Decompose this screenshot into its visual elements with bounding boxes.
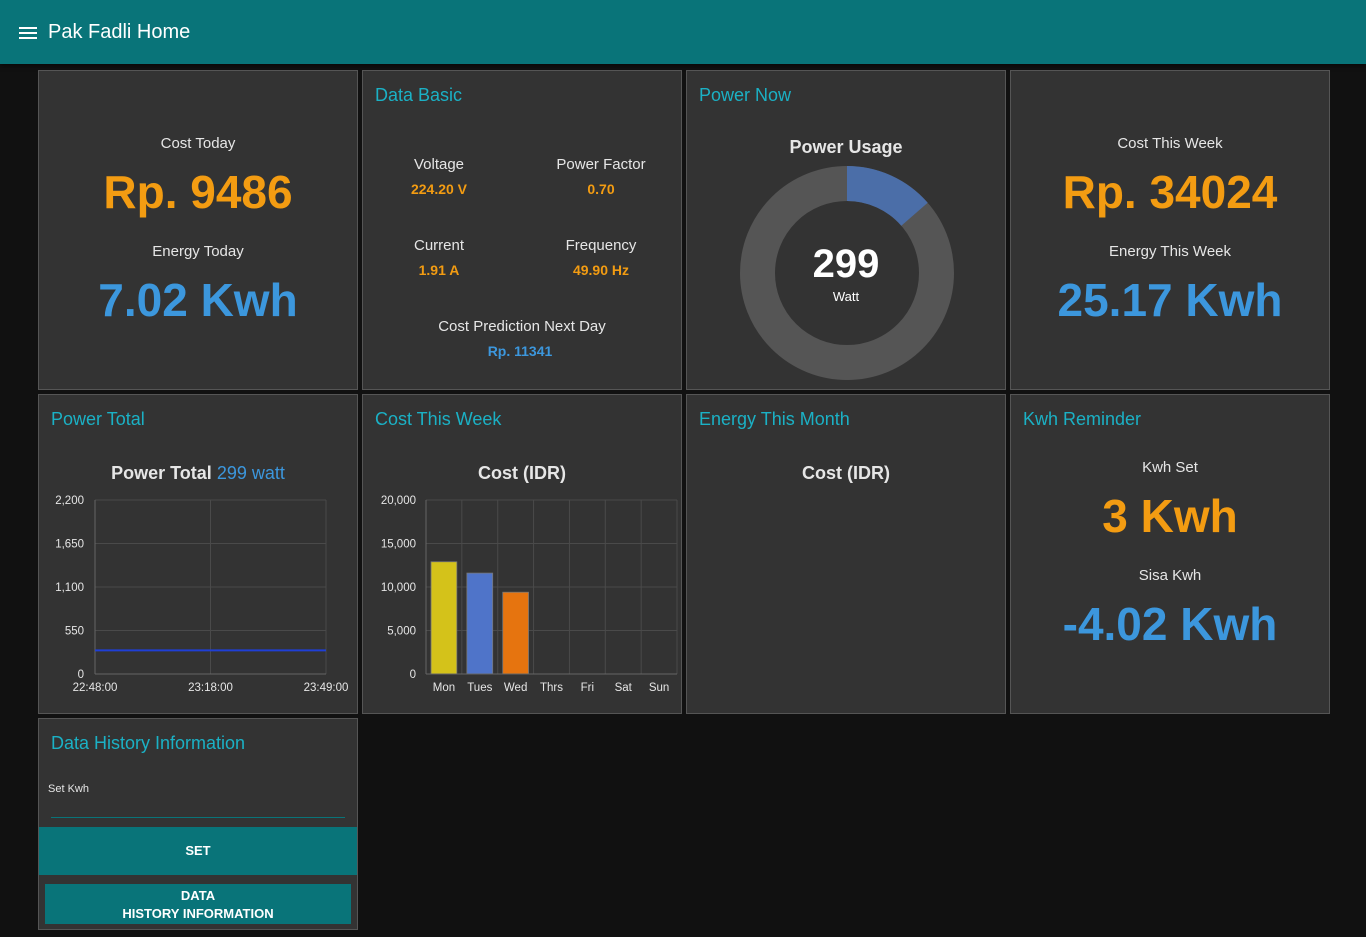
sisa-kwh-label: Sisa Kwh [1138,567,1202,584]
energy-week-value: 25.17 Kwh [1057,274,1283,326]
x-tick-label: 23:18:00 [188,682,233,694]
y-tick-label: 1,650 [55,539,84,551]
energy-month-chart-title: Cost (IDR) [802,463,890,483]
gauge-arc [846,166,928,227]
y-tick-label: 1,100 [55,582,84,594]
power-total-chart-value: 299 watt [216,463,285,483]
power-total-chart-title: Power Total 299 watt [39,463,357,484]
set-kwh-input[interactable] [51,799,345,818]
cost-today-label: Cost Today [160,135,236,152]
kwh-reminder-card: Kwh Reminder Kwh Set 3 Kwh Sisa Kwh -4.0… [1010,394,1330,714]
cost-idr-title: Cost (IDR) [478,463,566,483]
cost-week-chart-title: Cost This Week [375,409,502,429]
power-factor-value: 0.70 [587,181,615,197]
energy-today-value: 7.02 Kwh [98,274,298,326]
x-tick-label: Thrs [540,682,563,694]
data-history-button-line1: DATA [180,888,216,903]
y-tick-label: 550 [65,626,84,638]
data-basic-card: Data Basic Voltage 224.20 V Power Factor… [362,70,682,390]
x-tick-label: Wed [504,682,527,694]
app-title: Pak Fadli Home [48,21,191,43]
voltage-value: 224.20 V [410,181,468,197]
power-total-chart-label: Power Total [111,463,212,483]
power-now-title: Power Now [699,85,792,105]
sisa-kwh-value: -4.02 Kwh [1062,598,1278,650]
cost-prediction-label: Cost Prediction Next Day [438,318,606,335]
cost-week-card: Cost This Week Rp. 34024 Energy This Wee… [1010,70,1330,390]
cost-week-value: Rp. 34024 [1062,166,1278,218]
voltage-label: Voltage [413,156,465,173]
power-now-unit: Watt [832,289,860,304]
power-factor-label: Power Factor [556,156,646,173]
x-tick-label: Mon [433,682,455,694]
data-history-button-line2: HISTORY INFORMATION [122,906,274,921]
y-tick-label: 0 [78,669,84,681]
app-header: Pak Fadli Home [0,0,1366,64]
power-now-card: Power Now Power Usage 299 Watt [686,70,1006,390]
power-total-card: Power Total Power Total 299 watt 0 550 1,1… [38,394,358,714]
current-value: 1.91 A [418,262,460,278]
y-tick-label: 2,200 [55,495,84,507]
x-tick-label: Fri [581,682,594,694]
x-tick-label: Tues [467,682,492,694]
cost-week-bar-chart: 0 5,000 10,000 15,000 20,000 Mon Tues Wed Thrs Fr… [381,495,678,694]
cost-prediction-value: Rp. 11341 [487,343,553,359]
history-card: Data History Information Set Kwh SET DAT… [38,718,358,930]
x-tick-label: 23:49:00 [304,682,349,694]
power-total-title: Power Total [51,409,145,429]
bar-tues [466,572,494,675]
y-tick-label: 10,000 [381,582,416,594]
set-kwh-label: Set Kwh [48,783,89,795]
kwh-set-label: Kwh Set [1142,459,1198,476]
y-tick-label: 0 [410,669,416,681]
bar-mon [430,561,458,675]
frequency-label: Frequency [565,237,637,254]
y-tick-label: 5,000 [387,626,416,638]
energy-today-label: Energy Today [152,243,244,260]
history-title: Data History Information [51,733,246,753]
x-tick-label: Sat [615,682,633,694]
current-label: Current [413,237,465,254]
y-tick-label: 20,000 [381,495,416,507]
frequency-value: 49.90 Hz [572,262,630,278]
set-button[interactable]: SET [39,827,357,875]
cost-today-card: Cost Today Rp. 9486 Energy Today 7.02 Kw… [38,70,358,390]
x-tick-label: 22:48:00 [73,682,118,694]
energy-month-title: Energy This Month [699,409,850,429]
energy-month-card: Energy This Month Cost (IDR) [686,394,1006,714]
power-usage-title: Power Usage [789,137,903,157]
data-history-button[interactable]: DATA HISTORY INFORMATION [45,884,351,924]
data-basic-title: Data Basic [375,85,463,105]
cost-today-value: Rp. 9486 [103,166,293,218]
power-now-value: 299 [812,242,880,286]
y-tick-label: 15,000 [381,539,416,551]
cost-week-label: Cost This Week [1117,135,1223,152]
x-tick-label: Sun [649,682,669,694]
energy-week-label: Energy This Week [1109,243,1231,260]
bar-wed [502,591,529,675]
menu-icon[interactable] [19,27,37,39]
cost-week-chart-card: Cost This Week Cost (IDR) 0 5,000 10,000 15… [362,394,682,714]
power-total-line-chart: 0 550 1,100 1,650 2,200 22:48:00 23:18:00 23:49… [55,495,349,694]
kwh-set-value: 3 Kwh [1102,490,1238,542]
kwh-reminder-title: Kwh Reminder [1023,409,1142,429]
